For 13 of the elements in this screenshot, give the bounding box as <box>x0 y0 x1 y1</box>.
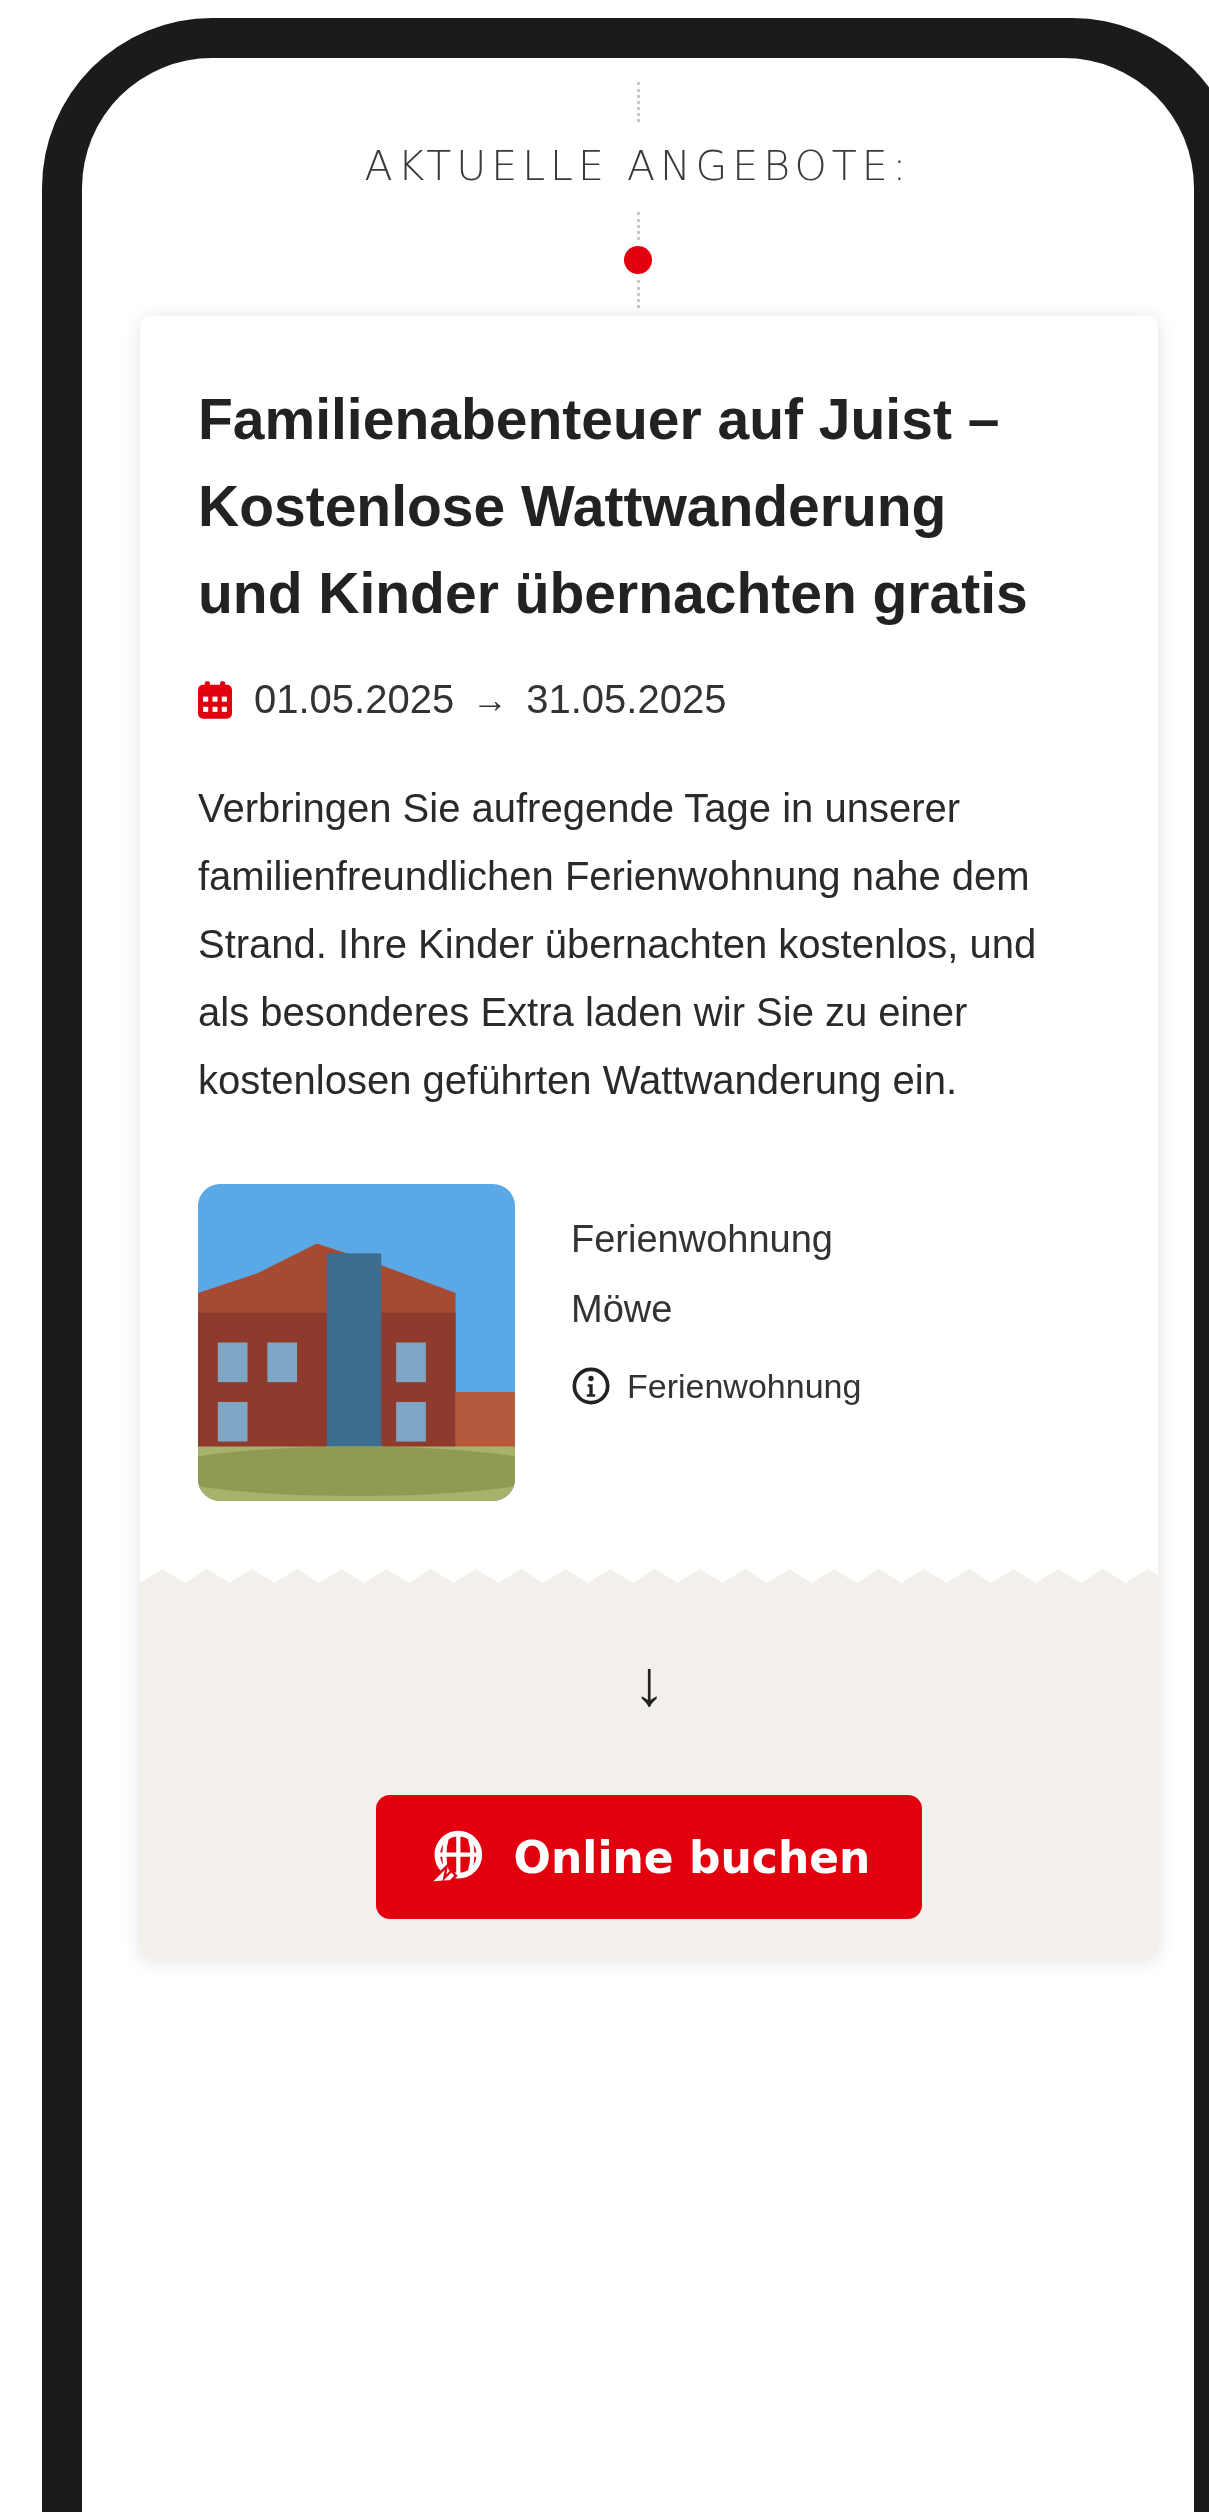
down-arrow: ↓ <box>633 1651 665 1715</box>
offer-title: Familienabenteuer auf Juist – Kostenlose Wattwanderung und Kinder übernachten gratis <box>198 386 1029 627</box>
date-arrow: → <box>472 678 509 721</box>
end-date: 31.05.2025 <box>526 677 727 722</box>
book-online-button[interactable]: Online buchen <box>375 1795 923 1919</box>
timeline-dot <box>624 246 652 274</box>
start-date: 01.05.2025 <box>254 677 455 722</box>
calendar-icon <box>198 680 232 719</box>
offer-description: Verbringen Sie aufregende Tage in unserer familienfreundlichen Ferienwohnung nahe dem Strand. Ihre Kinder übernachten kostenlos, und als besonderes Extra laden wir Sie zu einer kostenlosen geführten Wattwanderung ein. <box>198 785 1038 1104</box>
property-name[interactable]: Ferienwohnung Möwe <box>571 1204 911 1344</box>
section-heading: AKTUELLE ANGEBOTE: <box>364 142 912 190</box>
property-type: Ferienwohnung <box>627 1366 862 1406</box>
info-icon <box>571 1366 611 1406</box>
